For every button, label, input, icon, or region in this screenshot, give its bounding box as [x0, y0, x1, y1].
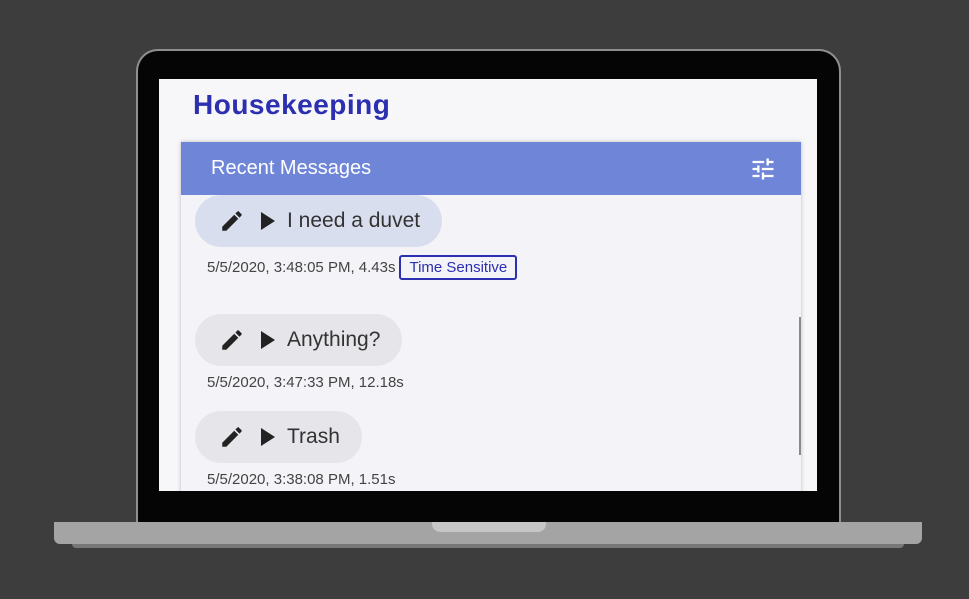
pencil-icon[interactable]: [219, 327, 245, 353]
message-meta: 5/5/2020, 3:38:08 PM, 1.51s: [207, 471, 395, 488]
message-timestamp: 5/5/2020, 3:38:08 PM, 1.51s: [207, 471, 396, 488]
panel-title: Recent Messages: [211, 157, 372, 179]
message-bubble[interactable]: Trash: [195, 411, 362, 463]
tune-icon[interactable]: [749, 155, 777, 183]
message-meta: 5/5/2020, 3:47:33 PM, 12.18s: [207, 374, 404, 391]
recent-messages-panel: Recent Messages I need a duvet 5/5/2020,…: [181, 142, 801, 491]
message-bubble[interactable]: I need a duvet: [195, 195, 443, 247]
message-text: Anything?: [287, 328, 381, 351]
list-item[interactable]: Trash 5/5/2020, 3:38:08 PM, 1.51s: [195, 411, 395, 488]
panel-header: Recent Messages: [181, 142, 801, 195]
app-screen: Housekeeping Recent Messages I need a du…: [159, 79, 817, 491]
scrollbar[interactable]: [799, 317, 801, 455]
list-item[interactable]: I need a duvet 5/5/2020, 3:48:05 PM, 4.4…: [195, 195, 518, 280]
message-text: Trash: [287, 425, 340, 448]
message-timestamp: 5/5/2020, 3:48:05 PM, 4.43s: [207, 259, 396, 276]
page-title: Housekeeping: [193, 89, 391, 120]
play-icon[interactable]: [259, 210, 277, 232]
play-icon[interactable]: [259, 426, 277, 448]
message-timestamp: 5/5/2020, 3:47:33 PM, 12.18s: [207, 374, 404, 391]
time-sensitive-badge: Time Sensitive: [399, 255, 518, 280]
laptop-base-shadow: [72, 544, 904, 548]
pencil-icon[interactable]: [219, 424, 245, 450]
play-icon[interactable]: [259, 329, 277, 351]
message-text: I need a duvet: [287, 209, 421, 232]
list-item[interactable]: Anything? 5/5/2020, 3:47:33 PM, 12.18s: [195, 314, 404, 391]
pencil-icon[interactable]: [219, 208, 245, 234]
message-bubble[interactable]: Anything?: [195, 314, 403, 366]
message-meta: 5/5/2020, 3:48:05 PM, 4.43s Time Sensiti…: [207, 255, 518, 280]
laptop-notch: [432, 522, 546, 532]
